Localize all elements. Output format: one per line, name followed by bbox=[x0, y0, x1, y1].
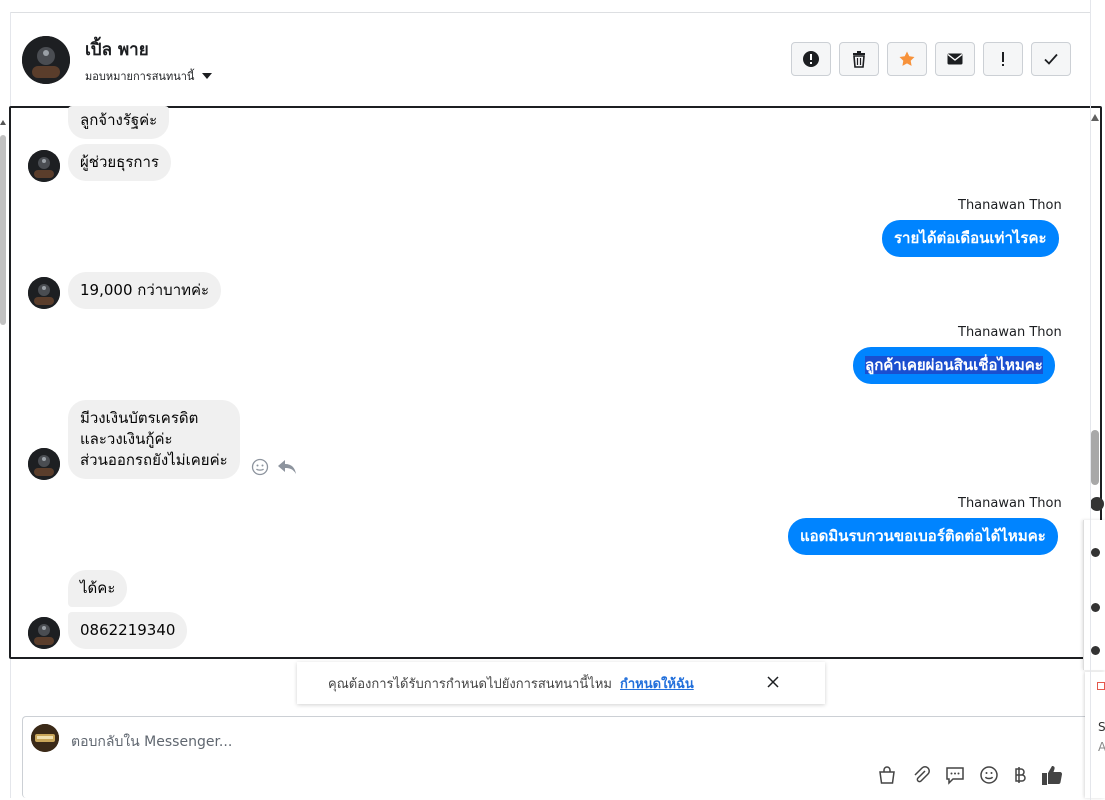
incoming-message[interactable]: ได้คะ bbox=[68, 570, 128, 607]
emoji-button[interactable] bbox=[979, 765, 999, 785]
shop-button[interactable] bbox=[877, 765, 897, 785]
incoming-message[interactable]: 19,000 กว่าบาทค่ะ bbox=[68, 272, 222, 309]
outgoing-message[interactable]: รายได้ต่อเดือนเท่าไรคะ bbox=[882, 220, 1059, 257]
sender-name: Thanawan Thon bbox=[958, 198, 1062, 213]
baht-icon bbox=[1015, 767, 1026, 783]
side-letter: S bbox=[1098, 720, 1105, 734]
saved-replies-button[interactable] bbox=[945, 765, 965, 785]
mark-unread-button[interactable] bbox=[935, 42, 975, 76]
side-info-card: S A bbox=[1085, 672, 1105, 798]
message-line: และวงเงินกู้ค่ะ bbox=[80, 430, 173, 448]
mark-important-button[interactable] bbox=[983, 42, 1023, 76]
outgoing-message[interactable]: แอดมินรบกวนขอเบอร์ติดต่อได้ไหมคะ bbox=[788, 518, 1058, 555]
star-icon bbox=[899, 51, 915, 66]
side-avatar[interactable] bbox=[1091, 646, 1100, 655]
contact-avatar-small bbox=[28, 277, 60, 309]
contact-avatar-small bbox=[28, 617, 60, 649]
important-icon bbox=[1002, 52, 1004, 66]
right-edge bbox=[1090, 0, 1091, 800]
like-button[interactable] bbox=[1041, 764, 1063, 786]
top-strip bbox=[10, 0, 1090, 13]
payment-button[interactable] bbox=[1013, 765, 1027, 785]
mark-spam-button[interactable] bbox=[791, 42, 831, 76]
sender-name: Thanawan Thon bbox=[958, 325, 1062, 340]
spam-icon bbox=[803, 51, 819, 67]
side-letter: A bbox=[1098, 740, 1105, 754]
close-icon[interactable] bbox=[765, 674, 781, 690]
contact-avatar-small bbox=[28, 448, 60, 480]
emoji-icon bbox=[980, 766, 998, 784]
trash-icon bbox=[853, 51, 865, 68]
assign-dropdown[interactable]: มอบหมายการสนทนานี้ bbox=[85, 67, 213, 85]
selected-text: ลูกค้าเคยผ่อนสินเชื่อไหมคะ bbox=[865, 356, 1043, 374]
scroll-up-arrow[interactable] bbox=[1091, 114, 1099, 121]
side-avatar[interactable] bbox=[1090, 497, 1104, 511]
check-icon bbox=[1044, 53, 1058, 65]
incoming-message[interactable]: ผู้ช่วยธุรการ bbox=[68, 144, 171, 181]
attach-button[interactable] bbox=[911, 765, 931, 785]
smiley-icon bbox=[251, 458, 269, 476]
delete-button[interactable] bbox=[839, 42, 879, 76]
side-list-card bbox=[1083, 520, 1105, 670]
reply-icon bbox=[278, 460, 296, 474]
chat-bubble-icon bbox=[946, 767, 964, 785]
side-avatar[interactable] bbox=[1091, 603, 1100, 612]
left-scroll-up-arrow[interactable] bbox=[0, 120, 6, 125]
side-badge-icon bbox=[1097, 682, 1105, 690]
sender-name: Thanawan Thon bbox=[958, 496, 1062, 511]
contact-avatar[interactable] bbox=[22, 36, 70, 84]
message-line: มีวงเงินบัตรเครดิต bbox=[80, 409, 199, 427]
composer-tools bbox=[877, 764, 1063, 786]
page-avatar bbox=[31, 724, 59, 752]
outgoing-message[interactable]: ลูกค้าเคยผ่อนสินเชื่อไหมคะ bbox=[853, 347, 1055, 384]
message-line: ส่วนออกรถยังไม่เคยค่ะ bbox=[80, 451, 228, 469]
mark-done-button[interactable] bbox=[1031, 42, 1071, 76]
left-scrollbar-thumb[interactable] bbox=[0, 135, 6, 325]
conversation-toolbar bbox=[791, 42, 1071, 76]
assign-to-me-link[interactable]: กำหนดให้ฉัน bbox=[620, 673, 694, 694]
scrollbar-thumb[interactable] bbox=[1091, 430, 1099, 485]
incoming-message[interactable]: มีวงเงินบัตรเครดิต และวงเงินกู้ค่ะ ส่วนอ… bbox=[68, 400, 240, 479]
star-button[interactable] bbox=[887, 42, 927, 76]
contact-name: เปิ้ล พาย bbox=[85, 40, 149, 60]
shopping-bag-icon bbox=[879, 766, 895, 784]
assign-label: มอบหมายการสนทนานี้ bbox=[85, 70, 195, 83]
banner-text: คุณต้องการได้รับการกำหนดไปยังการสนทนานี้… bbox=[328, 676, 612, 692]
caret-down-icon bbox=[202, 73, 213, 79]
react-button[interactable] bbox=[251, 458, 269, 476]
reply-button[interactable] bbox=[277, 458, 297, 476]
contact-avatar-small bbox=[28, 150, 60, 182]
paperclip-icon bbox=[914, 766, 930, 783]
message-actions bbox=[251, 458, 297, 476]
assign-banner: คุณต้องการได้รับการกำหนดไปยังการสนทนานี้… bbox=[297, 662, 825, 704]
side-avatar[interactable] bbox=[1091, 548, 1100, 557]
thumbs-up-icon bbox=[1042, 766, 1063, 785]
mail-icon bbox=[947, 53, 963, 65]
incoming-message[interactable]: ลูกจ้างรัฐค่ะ bbox=[68, 106, 170, 139]
incoming-message[interactable]: 0862219340 bbox=[68, 612, 188, 649]
reply-input[interactable]: ตอบกลับใน Messenger... bbox=[71, 731, 232, 753]
